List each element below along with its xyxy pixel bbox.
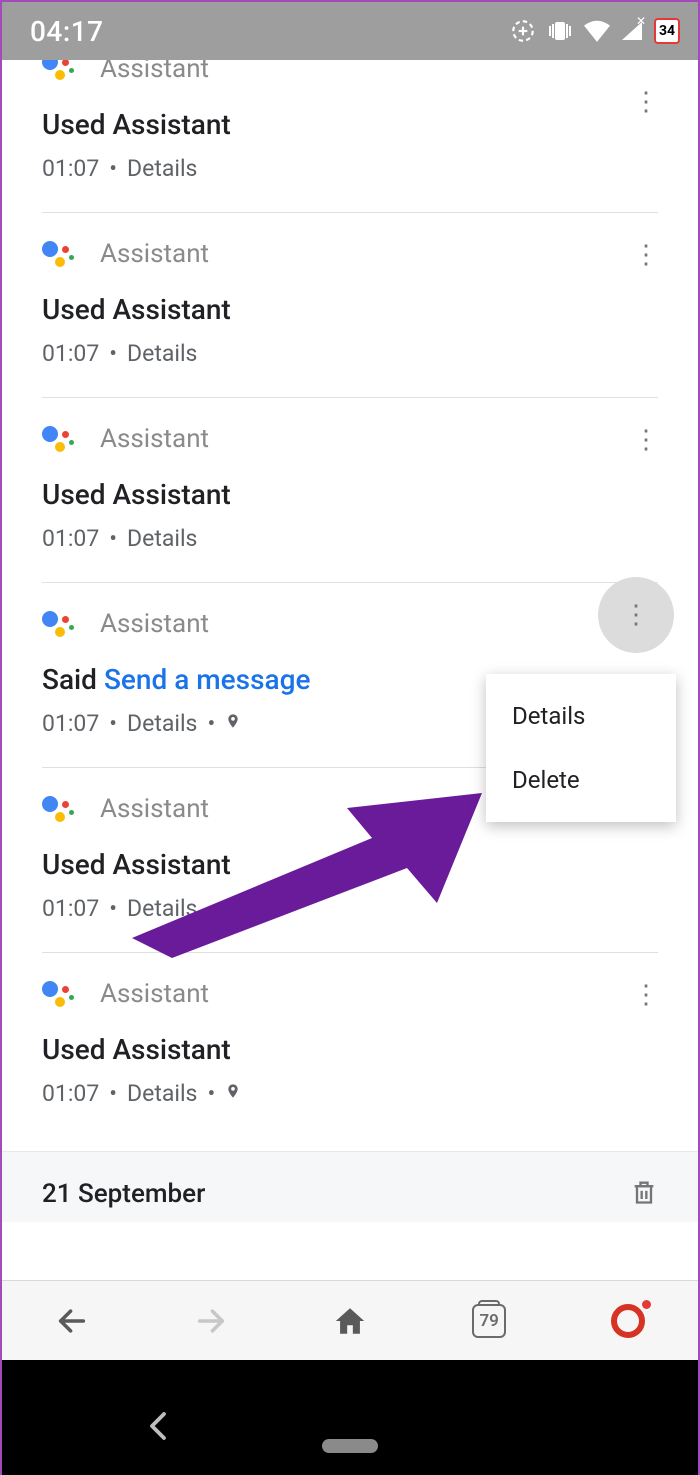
meta-separator: •	[207, 710, 215, 737]
activity-entry[interactable]: Assistant ⋮ Used Assistant 01:07 • Detai…	[2, 213, 698, 398]
tab-count-badge: 79	[472, 1304, 506, 1338]
activity-list: Assistant ⋮ Used Assistant 01:07 • Detai…	[2, 60, 698, 1222]
entry-more-button[interactable]: ⋮	[624, 973, 668, 1017]
assistant-logo-icon	[42, 239, 72, 269]
nav-back-button[interactable]	[42, 1291, 102, 1351]
assistant-logo-icon	[42, 609, 72, 639]
entry-source-label: Assistant	[100, 60, 209, 84]
entry-source-label: Assistant	[100, 979, 209, 1009]
meta-separator: •	[109, 525, 117, 552]
nav-home-button[interactable]	[320, 1291, 380, 1351]
entry-meta: 01:07 • Details •	[42, 1080, 658, 1107]
meta-separator: •	[109, 895, 117, 922]
assistant-logo-icon	[42, 979, 72, 1009]
entry-time: 01:07	[42, 1080, 99, 1107]
system-home-pill[interactable]	[322, 1439, 378, 1453]
status-bar: 04:17 ✕ 34	[2, 2, 698, 60]
entry-source-label: Assistant	[100, 239, 209, 269]
entry-more-button[interactable]: ⋮	[624, 233, 668, 277]
entry-more-button[interactable]: ⋮	[598, 577, 674, 653]
meta-separator: •	[109, 710, 117, 737]
activity-entry[interactable]: Assistant ⋮ Used Assistant 01:07 • Detai…	[2, 953, 698, 1151]
entry-time: 01:07	[42, 340, 99, 367]
entry-time: 01:07	[42, 525, 99, 552]
location-pin-icon	[225, 710, 241, 737]
delete-day-button[interactable]	[630, 1176, 658, 1212]
context-menu: Details Delete	[486, 674, 676, 822]
entry-details-link[interactable]: Details	[127, 710, 197, 737]
assistant-logo-icon	[42, 60, 72, 82]
entry-title: Used Assistant	[42, 848, 658, 881]
entry-time: 01:07	[42, 710, 99, 737]
entry-time: 01:07	[42, 895, 99, 922]
entry-meta: 01:07 • Details	[42, 155, 658, 182]
vibrate-icon	[546, 18, 574, 44]
meta-separator: •	[109, 1080, 117, 1107]
entry-source-label: Assistant	[100, 424, 209, 454]
entry-time: 01:07	[42, 155, 99, 182]
entry-details-link[interactable]: Details	[127, 1080, 197, 1107]
entry-details-link[interactable]: Details	[127, 895, 197, 922]
entry-command-link[interactable]: Send a message	[104, 663, 311, 696]
entry-said-prefix: Said	[42, 663, 97, 696]
entry-details-link[interactable]: Details	[127, 340, 197, 367]
meta-separator: •	[207, 1080, 215, 1107]
calendar-badge: 34	[654, 18, 680, 44]
menu-item-delete[interactable]: Delete	[486, 748, 676, 812]
assistant-logo-icon	[42, 794, 72, 824]
entry-title: Used Assistant	[42, 108, 658, 141]
data-saver-icon	[510, 18, 536, 44]
browser-bottom-nav: 79	[2, 1280, 698, 1360]
entry-title: Used Assistant	[42, 293, 658, 326]
date-section-header: 21 September	[2, 1151, 698, 1222]
status-time: 04:17	[30, 15, 104, 48]
activity-entry[interactable]: Assistant ⋮ Used Assistant 01:07 • Detai…	[2, 60, 698, 213]
nav-opera-button[interactable]	[598, 1291, 658, 1351]
entry-meta: 01:07 • Details	[42, 340, 658, 367]
entry-meta: 01:07 • Details	[42, 525, 658, 552]
nav-forward-button[interactable]	[181, 1291, 241, 1351]
status-icons: ✕ 34	[510, 18, 680, 44]
date-label: 21 September	[42, 1179, 205, 1209]
signal-icon: ✕	[620, 20, 644, 42]
entry-title: Used Assistant	[42, 478, 658, 511]
entry-details-link[interactable]: Details	[127, 525, 197, 552]
system-nav-bar	[2, 1360, 698, 1475]
system-back-button[interactable]	[147, 1411, 169, 1445]
location-pin-icon	[225, 1080, 241, 1107]
entry-details-link[interactable]: Details	[127, 155, 197, 182]
entry-title: Used Assistant	[42, 1033, 658, 1066]
activity-entry[interactable]: Assistant ⋮ Used Assistant 01:07 • Detai…	[2, 398, 698, 583]
entry-source-label: Assistant	[100, 609, 209, 639]
assistant-logo-icon	[42, 424, 72, 454]
entry-more-button[interactable]: ⋮	[624, 80, 668, 124]
opera-icon	[611, 1304, 645, 1338]
meta-separator: •	[109, 155, 117, 182]
menu-item-details[interactable]: Details	[486, 684, 676, 748]
wifi-icon	[584, 20, 610, 42]
entry-more-button[interactable]: ⋮	[624, 418, 668, 462]
entry-source-label: Assistant	[100, 794, 209, 824]
meta-separator: •	[109, 340, 117, 367]
nav-tabs-button[interactable]: 79	[459, 1291, 519, 1351]
entry-meta: 01:07 • Details	[42, 895, 658, 922]
